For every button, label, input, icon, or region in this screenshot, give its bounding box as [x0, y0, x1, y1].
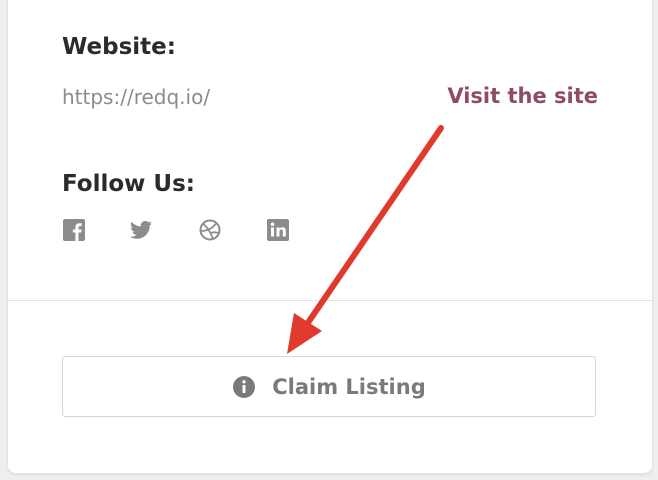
twitter-icon[interactable] [129, 218, 153, 242]
website-heading: Website: [62, 34, 176, 60]
claim-listing-button[interactable]: Claim Listing [62, 356, 596, 417]
listing-contact-card: Website: https://redq.io/ Visit the site… [8, 0, 652, 473]
section-divider [8, 300, 652, 301]
dribbble-icon[interactable] [198, 218, 222, 242]
linkedin-icon[interactable] [266, 218, 290, 242]
facebook-icon[interactable] [62, 218, 86, 242]
follow-us-heading: Follow Us: [62, 171, 195, 197]
website-url: https://redq.io/ [62, 85, 211, 109]
claim-listing-label: Claim Listing [272, 374, 426, 399]
visit-site-link[interactable]: Visit the site [447, 84, 598, 108]
info-icon [233, 375, 256, 398]
